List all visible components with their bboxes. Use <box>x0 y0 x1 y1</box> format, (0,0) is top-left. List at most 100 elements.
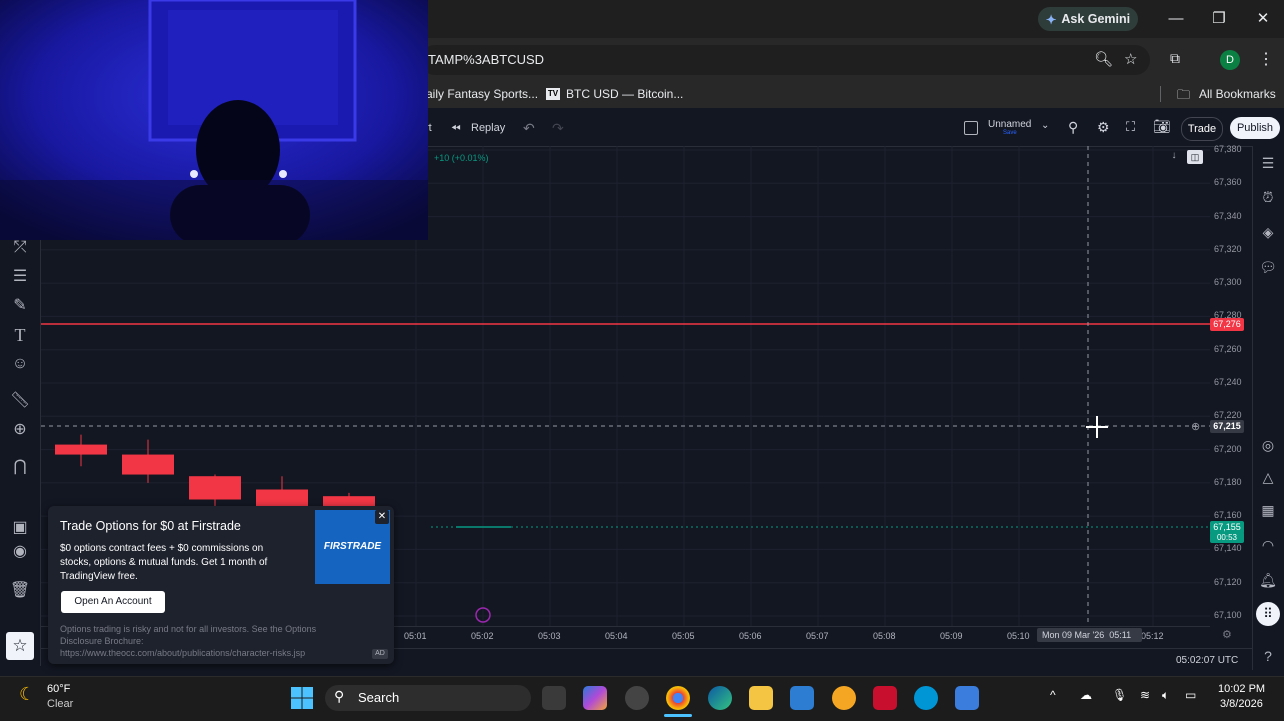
wifi-icon[interactable]: ≋ <box>1140 688 1150 702</box>
layout-square-icon[interactable] <box>964 121 978 135</box>
redo-icon[interactable]: ↷ <box>552 120 564 137</box>
broadcast-icon[interactable]: ◠ <box>1258 535 1278 555</box>
price-axis[interactable]: 67,380 67,360 67,340 67,320 67,300 67,280 67,2… <box>1210 144 1252 626</box>
bookmark-fantasy-sports[interactable]: aily Fantasy Sports... <box>426 87 538 101</box>
x-tick-label: 05:01 <box>404 631 427 641</box>
taskbar-date[interactable]: 3/8/2026 <box>1220 698 1263 710</box>
triangle-icon[interactable]: △ <box>1258 467 1278 487</box>
axis-settings-gear-icon[interactable]: ⚙ <box>1222 628 1232 641</box>
layout-name[interactable]: Unnamed <box>988 119 1031 130</box>
quick-search-icon[interactable]: ⚲ <box>1068 119 1078 136</box>
pattern-tool-icon[interactable]: ⤱ <box>9 237 31 259</box>
chat-icon[interactable]: 💬︎ <box>1258 257 1278 277</box>
weather-moon-icon[interactable]: ☾ <box>19 684 35 705</box>
tab-search-icon[interactable]: ⧉ <box>1170 50 1180 67</box>
trash-tool-icon[interactable]: 🗑︎ <box>9 580 31 602</box>
edge-icon[interactable] <box>708 686 732 710</box>
ask-gemini-button[interactable]: ✦ Ask Gemini <box>1038 7 1138 31</box>
x-tick-label: 05:05 <box>672 631 695 641</box>
fullscreen-icon[interactable]: ⛶ <box>1126 119 1135 135</box>
watchlist-icon[interactable]: ☰ <box>1258 153 1278 173</box>
ruler-tool-icon[interactable]: 📏︎ <box>9 390 31 412</box>
ad-badge: AD <box>372 649 388 659</box>
battery-icon[interactable]: ▭ <box>1185 688 1196 702</box>
calendar-icon[interactable]: ▦ <box>1258 500 1278 520</box>
taskbar-time[interactable]: 10:02 PM <box>1218 683 1265 695</box>
brush-tool-icon[interactable]: ✎ <box>9 295 31 317</box>
y-tick-label: 67,220 <box>1214 410 1242 421</box>
x-tick-label: 05:03 <box>538 631 561 641</box>
publish-button[interactable]: Publish <box>1230 117 1280 139</box>
layout-chevron-down-icon[interactable]: ⌄ <box>1041 120 1049 131</box>
ad-close-icon[interactable]: ✕ <box>375 510 389 524</box>
mail-app-icon[interactable] <box>832 686 856 710</box>
mcafee-icon[interactable] <box>873 686 897 710</box>
add-alert-plus-icon[interactable]: ⊕ <box>1191 420 1200 433</box>
notification-bell-icon[interactable]: 🔔︎ <box>1258 570 1278 590</box>
volume-icon[interactable]: 🔈︎ <box>1162 688 1169 703</box>
bookmark-btc-usd[interactable]: BTC USD — Bitcoin... <box>566 87 683 101</box>
hp-icon[interactable] <box>914 686 938 710</box>
undo-icon[interactable]: ↶ <box>523 120 535 137</box>
gemini-sparkle-icon: ✦ <box>1045 12 1057 27</box>
eye-tool-icon[interactable]: ◉ <box>9 541 31 563</box>
y-tick-label: 67,320 <box>1214 243 1242 254</box>
settings-gear-icon[interactable]: ⚙ <box>1097 119 1110 136</box>
replay-button[interactable]: Replay <box>471 122 505 134</box>
emoji-tool-icon[interactable]: ☺ <box>9 353 31 375</box>
weather-temp[interactable]: 60°F <box>47 683 70 695</box>
text-tool-icon[interactable]: T <box>9 324 31 346</box>
utc-clock[interactable]: 05:02:07 UTC <box>1176 655 1238 666</box>
outlook-icon[interactable] <box>955 686 979 710</box>
url-text[interactable]: TAMP%3ABTCUSD <box>428 52 544 67</box>
webcam-overlay <box>0 0 428 240</box>
copilot-icon[interactable] <box>583 686 607 710</box>
task-view-icon[interactable] <box>542 686 566 710</box>
microphone-icon[interactable]: 🎙︎ <box>1112 688 1127 702</box>
bookmark-star-icon[interactable]: ☆ <box>1124 50 1137 68</box>
magnet-tool-icon[interactable]: ⋂ <box>9 456 31 478</box>
restore-icon[interactable]: ❐ <box>1209 9 1229 29</box>
x-tick-label: 05:04 <box>605 631 628 641</box>
layers-icon[interactable]: ◈ <box>1258 222 1278 242</box>
weather-condition[interactable]: Clear <box>47 698 73 710</box>
y-tick-label: 67,340 <box>1214 210 1242 221</box>
zoom-search-icon[interactable]: 🔍︎ <box>1094 50 1113 68</box>
lock-tool-icon[interactable]: ▣ <box>9 517 31 539</box>
y-tick-label: 67,260 <box>1214 343 1242 354</box>
chrome-icon[interactable] <box>666 686 690 710</box>
taskbar-search-label[interactable]: Search <box>358 690 399 705</box>
snapshot-camera-icon[interactable]: 📷︎ <box>1153 118 1171 135</box>
candle-body <box>256 489 308 507</box>
crosshair-date: Mon 09 Mar '26 <box>1042 630 1105 640</box>
microsoft-store-icon[interactable] <box>790 686 814 710</box>
alerts-clock-icon[interactable]: ⏰︎ <box>1258 187 1278 207</box>
settings-app-icon[interactable] <box>625 686 649 710</box>
windows-start-icon[interactable] <box>290 686 314 710</box>
help-icon[interactable]: ? <box>1258 646 1278 666</box>
bar-countdown: 00:53 <box>1210 532 1244 543</box>
fib-tool-icon[interactable]: ☰ <box>9 266 31 288</box>
open-account-button[interactable]: Open An Account <box>61 591 165 613</box>
apps-grid-icon[interactable]: ⠿ <box>1256 602 1280 626</box>
favorites-star-icon[interactable]: ☆ <box>6 632 34 660</box>
auto-scale-icon[interactable]: ◫ <box>1187 150 1203 164</box>
profile-avatar[interactable]: D <box>1220 50 1240 70</box>
minimize-icon[interactable]: — <box>1166 9 1186 29</box>
ad-disclaimer-link[interactable]: https://www.theocc.com/about/publication… <box>60 648 305 658</box>
onedrive-icon[interactable]: ☁ <box>1080 688 1092 702</box>
scroll-down-icon[interactable]: ↓ <box>1166 150 1182 164</box>
close-window-icon[interactable]: ✕ <box>1253 9 1273 29</box>
taskbar-search-box[interactable] <box>325 685 531 711</box>
tray-chevron-up-icon[interactable]: ^ <box>1050 688 1056 702</box>
file-explorer-icon[interactable] <box>749 686 773 710</box>
target-icon[interactable]: ◎ <box>1258 435 1278 455</box>
x-tick-label: 05:08 <box>873 631 896 641</box>
bookmarks-divider <box>1160 86 1161 102</box>
chrome-active-indicator <box>664 714 692 717</box>
zoom-in-tool-icon[interactable]: ⊕ <box>9 419 31 441</box>
replay-icon[interactable]: ⏪︎ <box>451 121 461 136</box>
all-bookmarks-link[interactable]: All Bookmarks <box>1199 87 1276 101</box>
browser-menu-icon[interactable]: ⋮ <box>1258 49 1274 69</box>
trade-button[interactable]: Trade <box>1181 117 1223 141</box>
